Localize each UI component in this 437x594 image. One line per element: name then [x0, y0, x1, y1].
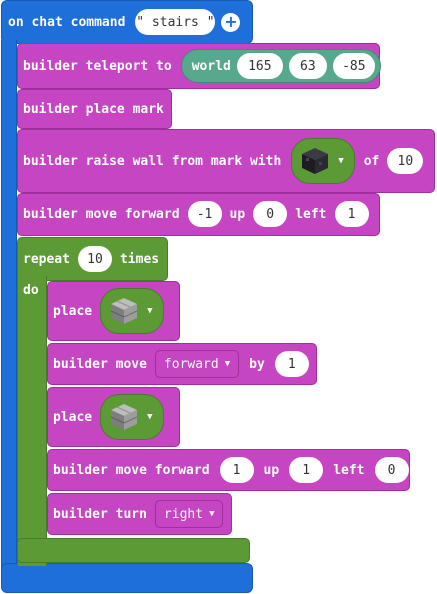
- move3-left-input[interactable]: 0: [374, 457, 409, 483]
- place-row-2: place ▼: [53, 394, 164, 440]
- add-parameter-icon[interactable]: +: [221, 12, 241, 32]
- teleport-x-input[interactable]: 165: [236, 53, 283, 79]
- builder-turn-label: builder turn: [53, 506, 147, 522]
- repeat-block-spine: [17, 276, 47, 566]
- left-label: left: [295, 206, 327, 222]
- move2-by-input[interactable]: 1: [274, 351, 309, 377]
- command-input[interactable]: " stairs ": [135, 9, 216, 35]
- up-label: up: [263, 462, 280, 478]
- up-label: up: [229, 206, 246, 222]
- do-row: do: [23, 279, 39, 301]
- move-direction-value: forward: [163, 356, 219, 372]
- move-row-2: builder move forward ▼ by 1: [53, 350, 309, 378]
- move1-up-input[interactable]: 0: [253, 201, 288, 227]
- event-header: on chat command " stairs " +: [8, 9, 241, 35]
- wall-block-dropdown[interactable]: ▼: [291, 138, 355, 184]
- teleport-label: builder teleport to: [23, 58, 172, 74]
- raise-wall-row: builder raise wall from mark with ▼ of 1…: [23, 138, 424, 184]
- chevron-down-icon: ▼: [147, 412, 153, 422]
- times-label: times: [119, 251, 160, 267]
- move-forward-label: builder move forward: [53, 462, 210, 478]
- event-block-spine: [1, 40, 17, 570]
- wall-count-input[interactable]: 10: [387, 148, 424, 174]
- move-forward-label: builder move forward: [23, 206, 180, 222]
- do-label: do: [23, 282, 39, 298]
- repeat-label: repeat: [23, 251, 70, 267]
- raise-wall-label: builder raise wall from mark with: [23, 153, 282, 169]
- place-label-1: place: [53, 303, 93, 319]
- blackstone-block-icon: [300, 146, 330, 176]
- left-label: left: [333, 462, 365, 478]
- teleport-z-input[interactable]: -85: [332, 53, 375, 79]
- world-position-block[interactable]: world 165 63 -85: [180, 49, 381, 83]
- place-mark-label: builder place mark: [23, 101, 164, 117]
- repeat-block-bottom: [17, 538, 250, 563]
- chevron-down-icon: ▼: [209, 509, 215, 519]
- move1-left-input[interactable]: 1: [334, 201, 369, 227]
- teleport-y-input[interactable]: 63: [288, 53, 327, 79]
- place-mark-row: builder place mark: [23, 96, 164, 122]
- turn-direction-value: right: [163, 506, 204, 522]
- place-label-2: place: [53, 409, 93, 425]
- event-label: on chat command: [8, 14, 126, 30]
- turn-direction-dropdown[interactable]: right ▼: [154, 500, 224, 528]
- chevron-down-icon: ▼: [147, 306, 153, 316]
- move-direction-dropdown[interactable]: forward ▼: [154, 350, 240, 378]
- move-row-1: builder move forward -1 up 0 left 1: [23, 201, 369, 227]
- world-label: world: [191, 58, 231, 74]
- stone-bricks-block-icon: [109, 296, 139, 326]
- repeat-row: repeat 10 times: [23, 246, 159, 272]
- by-label: by: [249, 356, 265, 372]
- chevron-down-icon: ▼: [338, 156, 344, 166]
- teleport-row: builder teleport to world 165 63 -85: [23, 49, 381, 83]
- move-row-3: builder move forward 1 up 1 left 0: [53, 457, 409, 483]
- chevron-down-icon: ▼: [224, 359, 231, 369]
- repeat-times-input[interactable]: 10: [77, 246, 112, 272]
- stone-bricks-block-icon: [109, 402, 139, 432]
- place-block-dropdown-1[interactable]: ▼: [100, 288, 164, 334]
- move3-forward-input[interactable]: 1: [219, 457, 254, 483]
- of-label: of: [363, 153, 380, 169]
- place-row-1: place ▼: [53, 288, 164, 334]
- turn-row: builder turn right ▼: [53, 500, 224, 528]
- builder-move-label: builder move: [53, 356, 147, 372]
- move1-forward-input[interactable]: -1: [187, 201, 222, 227]
- place-block-dropdown-2[interactable]: ▼: [100, 394, 164, 440]
- move3-up-input[interactable]: 1: [289, 457, 324, 483]
- event-block-bottom: [1, 563, 253, 593]
